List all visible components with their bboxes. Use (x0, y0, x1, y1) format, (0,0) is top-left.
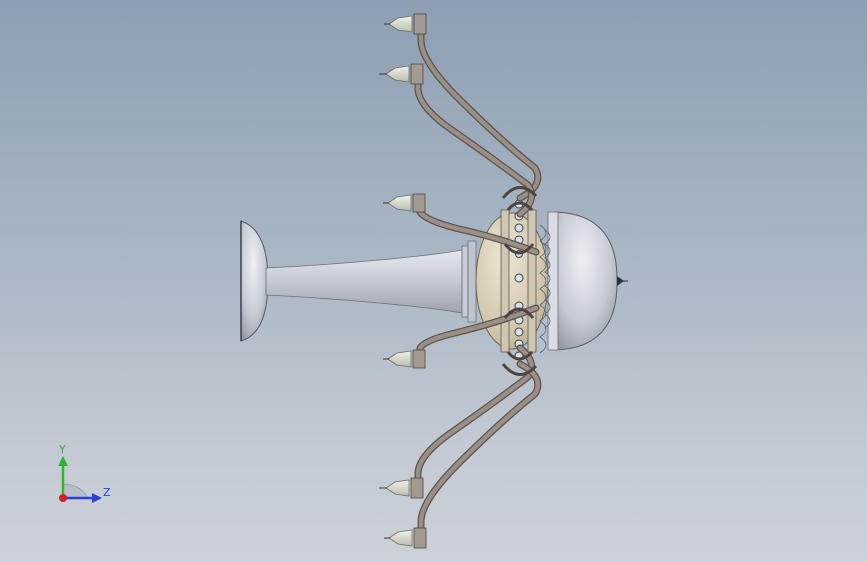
ceiling-canopy (240, 220, 269, 342)
candle-2 (379, 63, 424, 85)
cad-viewport[interactable] (0, 0, 867, 562)
z-axis-arrow-icon (92, 493, 102, 503)
y-axis-arrow-icon (58, 456, 68, 466)
candle-6 (384, 527, 427, 549)
orientation-triad[interactable]: Y Z (50, 440, 120, 510)
y-axis-label: Y (58, 443, 66, 456)
chandelier-stem (265, 240, 477, 323)
candle-3 (383, 193, 426, 213)
triad-base-icon (62, 483, 89, 499)
candle-1 (384, 13, 427, 35)
bottom-bowl (547, 211, 628, 351)
candle-5 (379, 477, 424, 499)
z-axis-label: Z (103, 486, 111, 499)
candle-4 (383, 349, 426, 369)
x-axis-dot-icon (59, 494, 67, 502)
